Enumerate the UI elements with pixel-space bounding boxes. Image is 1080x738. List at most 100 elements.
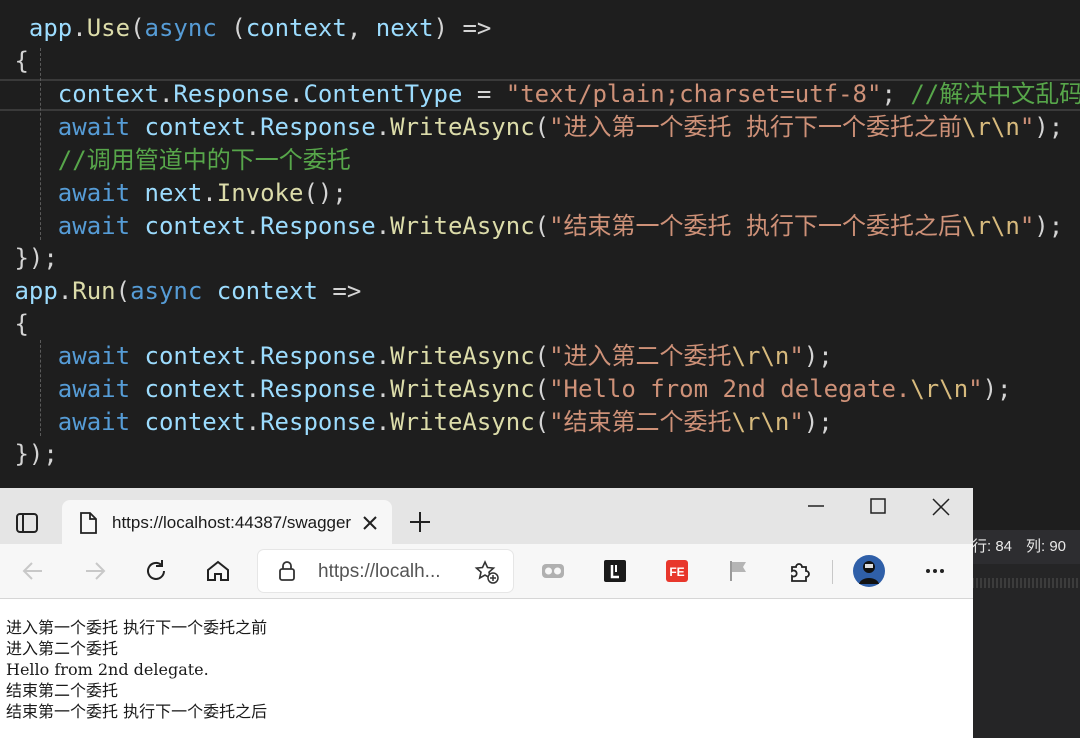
code-token: WriteAsync bbox=[390, 408, 535, 436]
code-token: . bbox=[375, 113, 391, 141]
side-panel bbox=[972, 564, 1080, 738]
code-token: . bbox=[245, 375, 261, 403]
forward-icon[interactable] bbox=[82, 558, 108, 584]
code-token: " bbox=[968, 375, 983, 403]
address-bar[interactable]: https://localh... bbox=[258, 550, 513, 592]
code-token: "进入第一个委托 执行下一个委托之前 bbox=[549, 113, 963, 141]
code-token: await bbox=[57, 179, 131, 207]
code-token: = bbox=[462, 80, 506, 108]
code-token: }); bbox=[0, 244, 58, 272]
code-token: await bbox=[57, 113, 131, 141]
code-token: context bbox=[144, 342, 246, 370]
code-token: Run bbox=[72, 277, 116, 305]
code-line: context.Response.ContentType = "text/pla… bbox=[0, 78, 1080, 110]
code-token: await bbox=[57, 212, 131, 240]
output-line: Hello from 2nd delegate. bbox=[6, 660, 209, 679]
code-token: async bbox=[130, 277, 203, 305]
code-token: ( bbox=[534, 408, 550, 436]
code-token: " bbox=[1019, 113, 1035, 141]
status-bar: 行: 84 列: 90 bbox=[972, 530, 1080, 564]
code-token: . bbox=[245, 212, 261, 240]
extension-l-icon[interactable] bbox=[602, 558, 628, 584]
code-token: app bbox=[28, 14, 73, 42]
more-menu-icon[interactable] bbox=[922, 558, 948, 584]
code-token: . bbox=[245, 408, 261, 436]
code-token: //解决中文乱码 bbox=[910, 80, 1080, 108]
extensions-puzzle-icon[interactable] bbox=[787, 558, 813, 584]
minimize-icon[interactable] bbox=[806, 496, 826, 516]
code-token: context bbox=[144, 375, 246, 403]
code-token: . bbox=[375, 375, 391, 403]
code-token: ); bbox=[1034, 212, 1064, 240]
tab-swagger[interactable]: https://localhost:44387/swagger bbox=[62, 500, 392, 546]
code-token: . bbox=[158, 80, 174, 108]
code-token: Response bbox=[260, 408, 376, 436]
code-line: await context.Response.WriteAsync("结束第二个… bbox=[0, 406, 833, 438]
code-line: }); bbox=[0, 242, 58, 274]
code-token: context bbox=[144, 408, 246, 436]
page-icon bbox=[80, 512, 97, 534]
code-token: Use bbox=[86, 14, 131, 42]
window-close-icon[interactable] bbox=[930, 496, 952, 518]
code-token: . bbox=[375, 212, 391, 240]
immersive-reader-icon[interactable] bbox=[540, 558, 566, 584]
code-token: " bbox=[789, 342, 804, 370]
code-line: //调用管道中的下一个委托 bbox=[0, 144, 351, 176]
code-line: { bbox=[0, 308, 28, 340]
code-token: (); bbox=[303, 179, 347, 207]
profile-avatar[interactable] bbox=[852, 554, 886, 588]
tab-actions-icon[interactable] bbox=[14, 510, 40, 536]
maximize-icon[interactable] bbox=[868, 496, 888, 516]
browser-window: https://localhost:44387/swagger https://… bbox=[0, 488, 973, 738]
code-line: app.Run(async context => bbox=[0, 275, 361, 307]
code-token: ( bbox=[534, 342, 550, 370]
refresh-icon[interactable] bbox=[143, 558, 169, 584]
back-icon[interactable] bbox=[20, 558, 46, 584]
code-token: . bbox=[72, 14, 87, 42]
favorites-add-icon[interactable] bbox=[474, 559, 500, 585]
code-line: await context.Response.WriteAsync("进入第二个… bbox=[0, 340, 833, 372]
code-token: ContentType bbox=[303, 80, 463, 108]
code-token: \r\n bbox=[731, 342, 790, 370]
code-token: }); bbox=[0, 440, 58, 468]
code-token: Invoke bbox=[216, 179, 304, 207]
flag-icon[interactable] bbox=[726, 558, 752, 584]
code-token: Response bbox=[260, 212, 376, 240]
code-token: Response bbox=[260, 113, 376, 141]
code-token: ; bbox=[881, 80, 911, 108]
code-token: . bbox=[202, 179, 217, 207]
output-line: 进入第一个委托 执行下一个委托之前 bbox=[6, 618, 268, 637]
code-token: Response bbox=[173, 80, 289, 108]
extension-fe-icon[interactable]: FE bbox=[664, 558, 690, 584]
code-token: WriteAsync bbox=[390, 342, 535, 370]
code-token: . bbox=[245, 342, 261, 370]
code-token: await bbox=[57, 342, 131, 370]
code-token: context bbox=[245, 14, 347, 42]
code-token: Response bbox=[260, 342, 376, 370]
code-token: ); bbox=[1034, 113, 1064, 141]
code-token: => bbox=[317, 277, 362, 305]
code-token: \r\n bbox=[731, 408, 790, 436]
code-token: "text/plain;charset=utf-8" bbox=[505, 80, 882, 108]
code-token: ( bbox=[534, 113, 550, 141]
panel-divider bbox=[972, 578, 1080, 588]
code-token: . bbox=[245, 113, 261, 141]
lock-icon[interactable] bbox=[278, 561, 296, 581]
column-number-status: 列: 90 bbox=[1026, 538, 1067, 555]
code-token: \r\n bbox=[962, 212, 1020, 240]
home-icon[interactable] bbox=[205, 558, 231, 584]
code-token: next bbox=[375, 14, 434, 42]
new-tab-icon[interactable] bbox=[408, 510, 432, 534]
close-tab-icon[interactable] bbox=[360, 513, 380, 533]
code-line: app.Use(async (context, next) => bbox=[0, 12, 491, 44]
code-token: { bbox=[0, 47, 29, 75]
